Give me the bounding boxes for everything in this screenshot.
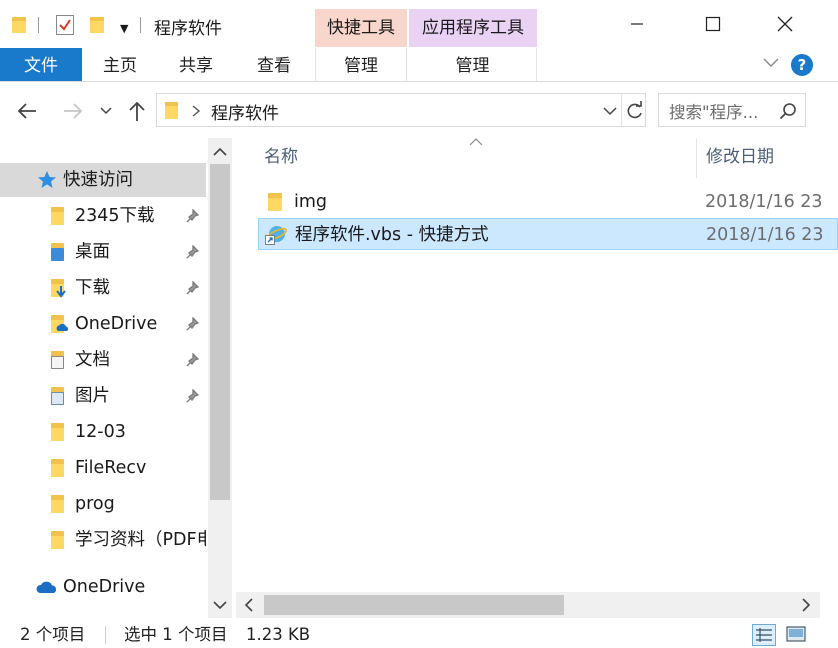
context-tab-application-tools: 应用程序工具: [409, 9, 537, 47]
recent-locations-button[interactable]: [98, 98, 114, 124]
up-arrow-icon: [129, 101, 145, 121]
pin-icon[interactable]: [186, 389, 200, 403]
search-icon[interactable]: [779, 102, 797, 120]
nav-quick-access[interactable]: 快速访问: [0, 163, 206, 197]
nav-item-onedrive-folder[interactable]: OneDrive: [0, 307, 206, 341]
window-title: 程序软件: [154, 19, 222, 39]
title-bar: ▼ 程序软件 快捷工具 应用程序工具: [0, 0, 838, 48]
tab-manage-application[interactable]: 管理: [409, 48, 537, 81]
details-view-icon: [756, 628, 772, 642]
details-view-button[interactable]: [752, 624, 776, 646]
column-header-date[interactable]: 修改日期: [706, 134, 836, 180]
refresh-icon: [627, 101, 642, 119]
status-divider: [105, 626, 106, 644]
tab-manage-shortcut[interactable]: 管理: [315, 48, 407, 81]
help-icon[interactable]: ?: [791, 54, 813, 76]
scroll-left-icon[interactable]: [244, 598, 254, 612]
minimize-icon: [631, 23, 643, 25]
expand-ribbon-icon[interactable]: [762, 54, 780, 73]
folder-icon: [51, 207, 64, 225]
nav-item-documents[interactable]: 文档: [0, 343, 206, 377]
address-row: 程序软件 搜索"程序...: [0, 88, 838, 134]
maximize-button[interactable]: [690, 4, 736, 44]
onedrive-cloud-icon: [36, 581, 57, 593]
ie-shortcut-icon: [265, 226, 287, 245]
tab-home[interactable]: 主页: [88, 48, 152, 81]
maximize-icon: [705, 16, 721, 32]
tab-share[interactable]: 共享: [164, 48, 228, 81]
scroll-up-icon[interactable]: [213, 147, 227, 157]
pin-icon[interactable]: [186, 245, 200, 259]
back-button[interactable]: [12, 98, 42, 124]
back-arrow-icon: [17, 103, 36, 119]
scrollbar-thumb[interactable]: [210, 164, 230, 500]
nav-item-pictures[interactable]: 图片: [0, 379, 206, 413]
column-header-name[interactable]: 名称: [264, 134, 694, 180]
cloud-icon: [56, 323, 69, 331]
forward-arrow-icon: [64, 103, 83, 119]
scrollbar-thumb[interactable]: [264, 595, 564, 615]
column-divider[interactable]: [696, 138, 697, 178]
item-count: 2 个项目: [20, 625, 86, 644]
pin-icon[interactable]: [186, 209, 200, 223]
tab-view[interactable]: 查看: [242, 48, 306, 81]
up-button[interactable]: [124, 98, 150, 124]
minimize-button[interactable]: [614, 4, 660, 44]
pictures-folder-icon: [51, 387, 64, 405]
folder-icon: [51, 531, 64, 549]
horizontal-scrollbar[interactable]: [236, 592, 820, 618]
breadcrumb-item[interactable]: 程序软件: [211, 99, 279, 124]
properties-icon[interactable]: [56, 15, 74, 35]
scroll-right-icon[interactable]: [801, 598, 811, 612]
nav-item-prog[interactable]: prog: [0, 487, 206, 521]
search-input[interactable]: 搜索"程序...: [669, 99, 758, 123]
breadcrumb-chevron-icon: [192, 105, 201, 117]
selection-size: 1.23 KB: [246, 625, 311, 644]
status-bar: 2 个项目 选中 1 个项目 1.23 KB: [0, 618, 838, 648]
quick-access-toolbar-dropdown-icon[interactable]: ▼: [120, 22, 128, 35]
scroll-down-icon[interactable]: [213, 600, 227, 610]
folder-icon: [51, 495, 64, 513]
close-button[interactable]: [762, 4, 808, 44]
search-box[interactable]: 搜索"程序...: [658, 93, 806, 127]
nav-item-study-materials[interactable]: 学习资料（PDF电: [0, 523, 206, 557]
navigation-scrollbar[interactable]: [208, 138, 232, 618]
file-row-img[interactable]: img 2018/1/16 23: [258, 186, 838, 218]
address-history-chevron-icon[interactable]: [603, 106, 617, 116]
pin-icon[interactable]: [186, 317, 200, 331]
selection-count: 选中 1 个项目: [124, 625, 228, 644]
address-bar[interactable]: 程序软件: [156, 93, 646, 127]
close-icon: [777, 16, 793, 32]
forward-button[interactable]: [58, 98, 88, 124]
nav-item-downloads[interactable]: 下载: [0, 271, 206, 305]
nav-item-desktop[interactable]: 桌面: [0, 235, 206, 269]
folder-icon: [165, 102, 178, 119]
documents-folder-icon: [51, 351, 64, 369]
folder-icon: [51, 423, 64, 441]
tab-file[interactable]: 文件: [0, 48, 82, 81]
large-icons-view-button[interactable]: [784, 624, 808, 646]
nav-onedrive[interactable]: OneDrive: [0, 570, 206, 604]
desktop-folder-icon: [51, 243, 64, 261]
nav-item-filerecv[interactable]: FileRecv: [0, 451, 206, 485]
nav-item-2345-download[interactable]: 2345下载: [0, 199, 206, 233]
download-arrow-icon: [56, 286, 66, 298]
new-folder-icon[interactable]: [90, 17, 104, 33]
folder-icon: [268, 193, 282, 211]
folder-icon: [12, 17, 26, 33]
chevron-down-icon: [100, 107, 112, 115]
refresh-button[interactable]: [621, 94, 645, 126]
nav-item-12-03[interactable]: 12-03: [0, 415, 206, 449]
large-icons-view-icon: [786, 626, 806, 642]
context-tab-shortcut-tools: 快捷工具: [315, 9, 407, 47]
folder-icon: [51, 459, 64, 477]
pin-icon[interactable]: [186, 281, 200, 295]
ribbon-tabs: 文件 主页 共享 查看 管理 管理 ?: [0, 48, 838, 82]
pin-icon[interactable]: [186, 353, 200, 367]
star-icon: [38, 171, 56, 188]
file-row-shortcut[interactable]: 程序软件.vbs - 快捷方式 2018/1/16 23: [258, 218, 838, 250]
file-list: 名称 修改日期 img 2018/1/16 23 程序软件.vbs - 快捷方式…: [236, 134, 838, 604]
